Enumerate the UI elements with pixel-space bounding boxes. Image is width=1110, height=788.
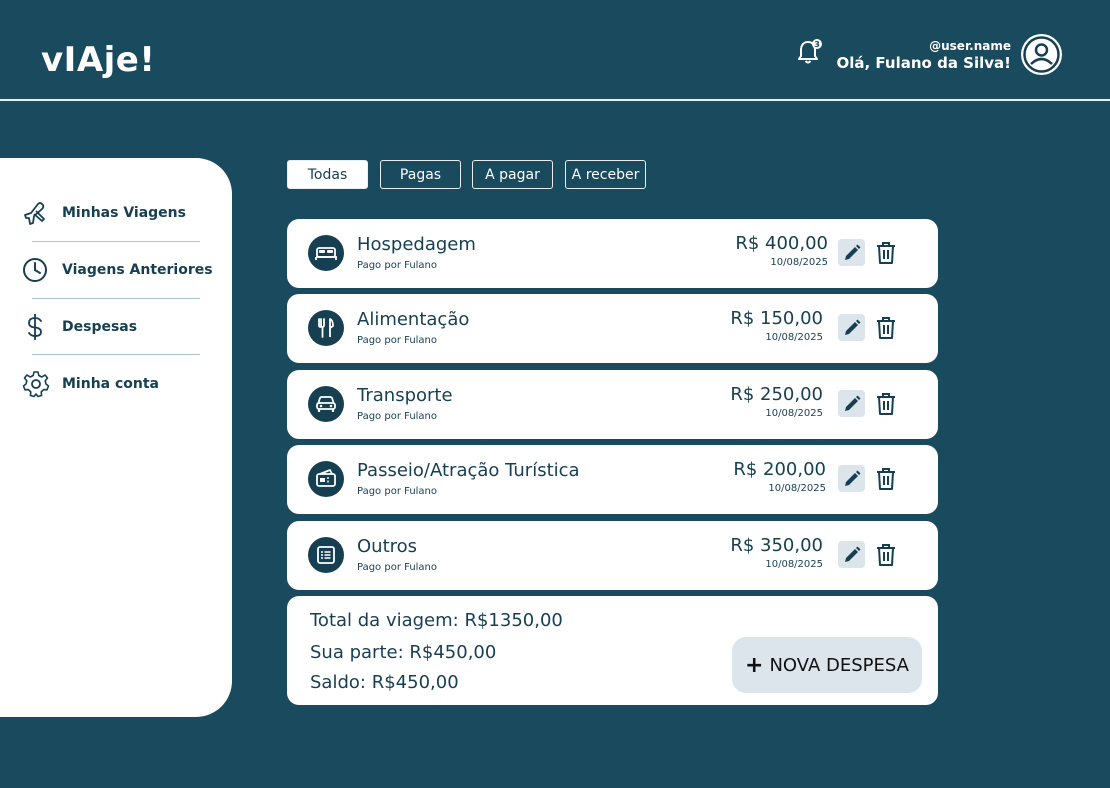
pencil-icon [844,470,860,486]
tab-a-pagar[interactable]: A pagar [472,160,553,189]
tab-pagas[interactable]: Pagas [380,160,461,189]
notifications-bell-icon[interactable]: 3 [796,38,822,66]
expense-category: Passeio/Atração Turística [357,460,580,481]
tab-a-receber[interactable]: A receber [565,160,646,189]
summary-balance-label: Saldo: [310,672,366,693]
expense-amount: R$ 200,00 [733,459,826,480]
new-expense-button[interactable]: + NOVA DESPESA [732,637,922,693]
sidebar-item-label: Despesas [62,319,138,335]
ticket-icon [308,461,344,497]
summary-total-label: Total da viagem: [310,610,459,631]
expense-category: Hospedagem [357,234,476,255]
trash-icon [877,241,895,264]
delete-button[interactable] [873,390,899,417]
expense-card-hospedagem: Hospedagem Pago por Fulano R$ 400,00 10/… [287,219,938,288]
expense-paid-by: Pago por Fulano [357,562,438,573]
gear-icon [22,371,50,398]
plane-icon [24,202,45,225]
summary-share: Sua parte: R$450,00 [310,642,496,663]
user-greeting: Olá, Fulano da Silva! [836,54,1012,72]
edit-button[interactable] [838,314,865,341]
expense-date: 10/08/2025 [768,483,826,494]
plus-icon: + [745,652,764,678]
delete-button[interactable] [873,465,899,492]
trip-summary: Total da viagem: R$1350,00 Sua parte: R$… [287,596,938,705]
expense-card-alimentacao: Alimentação Pago por Fulano R$ 150,00 10… [287,294,938,363]
expense-date: 10/08/2025 [765,559,823,570]
trash-icon [877,543,895,566]
app-logo: vIAje! [41,40,156,80]
user-icon [1023,36,1060,73]
expense-card-outros: Outros Pago por Fulano R$ 350,00 10/08/2… [287,521,938,590]
edit-button[interactable] [838,239,865,266]
expense-amount: R$ 350,00 [730,535,823,556]
bed-icon [308,235,344,271]
expense-date: 10/08/2025 [770,257,828,268]
expense-card-transporte: Transporte Pago por Fulano R$ 250,00 10/… [287,370,938,439]
trash-icon [877,467,895,490]
delete-button[interactable] [873,541,899,568]
pencil-icon [844,546,860,562]
summary-total-value: R$1350,00 [464,610,563,631]
user-info: @user.name Olá, Fulano da Silva! [837,39,1012,72]
expense-paid-by: Pago por Fulano [357,335,438,346]
expense-paid-by: Pago por Fulano [357,411,438,422]
clock-icon [23,258,47,282]
expense-amount: R$ 400,00 [735,233,828,254]
avatar[interactable] [1021,34,1062,75]
summary-total: Total da viagem: R$1350,00 [310,610,563,631]
sidebar-item-despesas[interactable]: Despesas [22,312,137,342]
expense-date: 10/08/2025 [765,332,823,343]
pencil-icon [844,244,860,260]
sidebar-item-label: Minha conta [62,376,160,392]
sidebar: Minhas Viagens Viagens Anteriores Despes… [0,158,232,717]
sidebar-item-label: Viagens Anteriores [62,262,213,278]
notification-count-badge: 3 [814,40,820,49]
summary-share-label: Sua parte: [310,642,404,663]
expense-amount: R$ 250,00 [730,384,823,405]
pencil-icon [844,319,860,335]
user-handle: @user.name [929,39,1011,53]
header-divider [0,99,1110,101]
sidebar-item-label: Minhas Viagens [62,205,186,221]
expense-card-passeio: Passeio/Atração Turística Pago por Fulan… [287,445,938,514]
expense-category: Alimentação [357,309,470,330]
delete-button[interactable] [873,314,899,341]
summary-balance: Saldo: R$450,00 [310,672,459,693]
summary-balance-value: R$450,00 [371,672,459,693]
expense-paid-by: Pago por Fulano [357,260,438,271]
expense-category: Transporte [357,385,453,406]
new-expense-label: NOVA DESPESA [769,654,909,676]
summary-share-value: R$450,00 [409,642,497,663]
edit-button[interactable] [838,465,865,492]
trash-icon [877,316,895,339]
trash-icon [877,392,895,415]
expense-amount: R$ 150,00 [730,308,823,329]
expense-category: Outros [357,536,418,557]
tab-todas[interactable]: Todas [287,160,368,189]
sidebar-item-minha-conta[interactable]: Minha conta [22,369,159,399]
edit-button[interactable] [838,541,865,568]
list-icon [308,537,344,573]
cutlery-icon [308,310,344,346]
dollar-icon [28,314,42,340]
sidebar-item-viagens-anteriores[interactable]: Viagens Anteriores [22,255,213,285]
expense-date: 10/08/2025 [765,408,823,419]
sidebar-divider [32,241,200,242]
edit-button[interactable] [838,390,865,417]
expense-paid-by: Pago por Fulano [357,486,438,497]
car-icon [308,386,344,422]
pencil-icon [844,395,860,411]
delete-button[interactable] [873,239,899,266]
sidebar-divider [32,354,200,355]
sidebar-divider [32,298,200,299]
sidebar-item-minhas-viagens[interactable]: Minhas Viagens [22,198,186,228]
